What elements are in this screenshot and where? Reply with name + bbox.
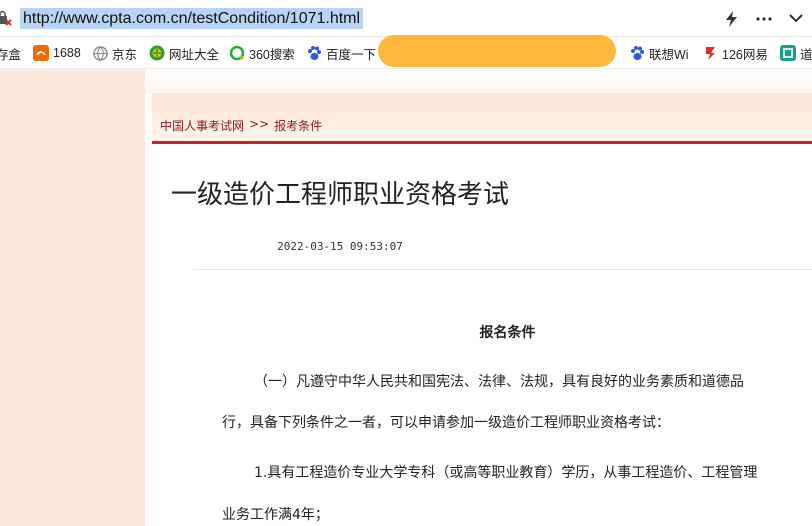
title-divider [193,269,812,270]
bookmark-label: 网址大全 [169,47,220,62]
bookmark-item[interactable]: 1688 [33,37,81,69]
bookmark-item[interactable]: 存盒 [0,37,21,69]
bookmark-item[interactable]: 京东 [93,37,137,69]
paragraph-line: 行，具备下列条件之一者，可以申请参加一级造价工程师职业资格考试： [222,415,670,431]
netease-icon [706,47,715,60]
section-title: 报名条件 [479,325,536,341]
bookmark-label: 360搜索 [249,47,295,62]
bookmark-item[interactable]: 联想Wi [629,37,691,69]
bookmark-item[interactable]: 道 [780,37,812,69]
breadcrumb-current-link[interactable]: 报考条件 [274,117,322,134]
breadcrumb-home-link[interactable]: 中国人事考试网 [160,117,244,134]
360-search-icon [229,45,245,61]
security-warning-icon[interactable] [0,9,14,27]
breadcrumb: 中国人事考试网 >> 报考条件 [160,117,322,134]
page-side-background [0,69,145,526]
dao-icon [780,45,796,61]
publish-date: 2022-03-15 09:53:07 [277,240,403,253]
address-bar: http://www.cpta.com.cn/testCondition/107… [0,0,812,37]
bookmark-item[interactable]: 网址大全 [149,37,219,69]
bookmark-label: 道 [800,47,812,62]
web-page: 中国人事考试网 >> 报考条件 一级造价工程师职业资格考试 2022-03-15… [0,69,812,526]
hao-icon [149,45,165,61]
paragraph-line: （一）凡遵守中华人民共和国宪法、法律、法规，具有良好的业务素质和道德品 [254,374,744,390]
1688-icon [33,45,49,61]
bookmark-label: 1688 [53,46,81,60]
bookmark-label: 存盒 [0,47,22,62]
bookmark-label: 百度一下 [326,47,377,62]
page-top-strip [145,69,812,93]
globe-icon [93,45,108,61]
paragraph-line: 1.具有工程造价专业大学专科（或高等职业教育）学历，从事工程造价、工程管理 [254,465,758,481]
paragraph-line: 业务工作满4年； [222,507,329,523]
bookmark-item[interactable]: 126网易 [703,37,769,69]
address-actions [716,0,812,37]
url-input[interactable]: http://www.cpta.com.cn/testCondition/107… [20,8,364,29]
highlighted-bookmark[interactable] [378,35,616,67]
bookmark-label: 联想Wi [649,47,689,62]
baidu-paw-icon [308,46,321,60]
chevron-down-icon[interactable] [780,0,812,37]
lightning-icon[interactable] [716,0,748,37]
page-title: 一级造价工程师职业资格考试 [170,180,509,210]
bookmark-label: 京东 [112,47,138,62]
bookmark-item[interactable]: 360搜索 [229,37,295,69]
bookmark-label: 126网易 [722,47,768,62]
baidu-paw-icon [631,46,644,60]
more-icon[interactable] [748,0,780,37]
breadcrumb-separator: >> [249,117,270,131]
bookmark-item[interactable]: 百度一下 [306,37,376,69]
